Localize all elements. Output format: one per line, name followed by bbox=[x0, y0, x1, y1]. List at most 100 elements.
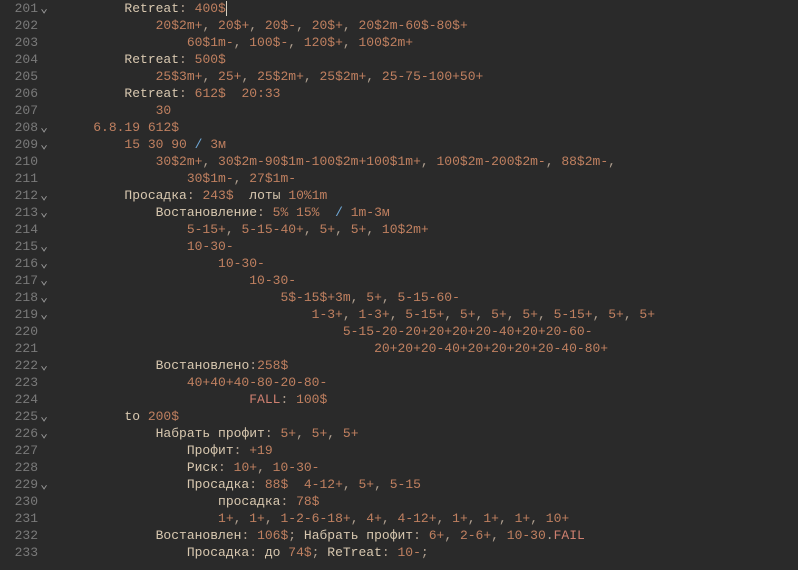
token: Retreat bbox=[124, 52, 179, 67]
fold-chevron-icon[interactable]: ⌄ bbox=[38, 306, 50, 323]
code-line[interactable]: to 200$ bbox=[62, 408, 798, 425]
code-line[interactable]: Просадка: 243$ лоты 10%1m bbox=[62, 187, 798, 204]
line-number[interactable]: 207 bbox=[0, 102, 50, 119]
line-number[interactable]: 206 bbox=[0, 85, 50, 102]
code-line[interactable]: Востановление: 5% 15% / 1m-3м bbox=[62, 204, 798, 221]
line-number[interactable]: 226⌄ bbox=[0, 425, 50, 442]
fold-chevron-icon[interactable]: ⌄ bbox=[38, 408, 50, 425]
code-line[interactable]: 10-30- bbox=[62, 238, 798, 255]
code-line[interactable]: Retreat: 500$ bbox=[62, 51, 798, 68]
line-number-value: 232 bbox=[15, 528, 38, 543]
fold-chevron-icon[interactable]: ⌄ bbox=[38, 238, 50, 255]
code-line[interactable]: 20+20+20-40+20+20+20+20-40-80+ bbox=[62, 340, 798, 357]
code-line[interactable]: 5-15+, 5-15-40+, 5+, 5+, 10$2m+ bbox=[62, 221, 798, 238]
line-number[interactable]: 225⌄ bbox=[0, 408, 50, 425]
code-line[interactable]: FALL: 100$ bbox=[62, 391, 798, 408]
code-line[interactable]: 25$3m+, 25+, 25$2m+, 25$2m+, 25-75-100+5… bbox=[62, 68, 798, 85]
fold-chevron-icon[interactable]: ⌄ bbox=[38, 0, 50, 17]
token: 5+ bbox=[351, 222, 367, 237]
code-line[interactable]: 10-30- bbox=[62, 255, 798, 272]
line-number[interactable]: 202 bbox=[0, 17, 50, 34]
line-number[interactable]: 216⌄ bbox=[0, 255, 50, 272]
line-number[interactable]: 231 bbox=[0, 510, 50, 527]
line-number[interactable]: 203 bbox=[0, 34, 50, 51]
code-line[interactable]: 6.8.19 612$ bbox=[62, 119, 798, 136]
code-line[interactable]: 10-30- bbox=[62, 272, 798, 289]
code-line[interactable]: Риск: 10+, 10-30- bbox=[62, 459, 798, 476]
line-number[interactable]: 219⌄ bbox=[0, 306, 50, 323]
code-line[interactable]: 20$2m+, 20$+, 20$-, 20$+, 20$2m-60$-80$+ bbox=[62, 17, 798, 34]
line-number[interactable]: 228 bbox=[0, 459, 50, 476]
line-number[interactable]: 212⌄ bbox=[0, 187, 50, 204]
code-line[interactable]: Востановлен: 106$; Набрать профит: 6+, 2… bbox=[62, 527, 798, 544]
fold-chevron-icon[interactable]: ⌄ bbox=[38, 425, 50, 442]
fold-chevron-icon[interactable]: ⌄ bbox=[38, 357, 50, 374]
token: , bbox=[421, 154, 437, 169]
fold-chevron-icon[interactable]: ⌄ bbox=[38, 136, 50, 153]
token: 243$ bbox=[202, 188, 233, 203]
line-number[interactable]: 230 bbox=[0, 493, 50, 510]
code-editor[interactable]: 201⌄202 203 204 205 206 207 208⌄209⌄210 … bbox=[0, 0, 798, 570]
token bbox=[288, 477, 304, 492]
code-line[interactable]: Просадка: до 74$; ReTreat: 10-; bbox=[62, 544, 798, 561]
line-number-value: 206 bbox=[15, 86, 38, 101]
code-line[interactable]: 30$2m+, 30$2m-90$1m-100$2m+100$1m+, 100$… bbox=[62, 153, 798, 170]
line-number[interactable]: 217⌄ bbox=[0, 272, 50, 289]
code-line[interactable]: Профит: +19 bbox=[62, 442, 798, 459]
token: , bbox=[491, 528, 507, 543]
fold-chevron-icon[interactable]: ⌄ bbox=[38, 289, 50, 306]
fold-chevron-icon[interactable]: ⌄ bbox=[38, 119, 50, 136]
code-line[interactable]: 60$1m-, 100$-, 120$+, 100$2m+ bbox=[62, 34, 798, 51]
token: , bbox=[546, 154, 562, 169]
code-line[interactable]: 15 30 90 / 3м bbox=[62, 136, 798, 153]
line-number[interactable]: 232 bbox=[0, 527, 50, 544]
fold-chevron-icon[interactable]: ⌄ bbox=[38, 272, 50, 289]
line-number[interactable]: 233 bbox=[0, 544, 50, 561]
line-number[interactable]: 205 bbox=[0, 68, 50, 85]
code-line[interactable]: Востановлено:258$ bbox=[62, 357, 798, 374]
fold-chevron-icon[interactable]: ⌄ bbox=[38, 204, 50, 221]
token: 10-30- bbox=[187, 239, 234, 254]
line-number[interactable]: 204 bbox=[0, 51, 50, 68]
line-number-gutter[interactable]: 201⌄202 203 204 205 206 207 208⌄209⌄210 … bbox=[0, 0, 54, 570]
line-number[interactable]: 223 bbox=[0, 374, 50, 391]
line-number[interactable]: 221 bbox=[0, 340, 50, 357]
token: 1+ bbox=[218, 511, 234, 526]
code-line[interactable]: 5$-15$+3m, 5+, 5-15-60- bbox=[62, 289, 798, 306]
line-number[interactable]: 229⌄ bbox=[0, 476, 50, 493]
line-number[interactable]: 218⌄ bbox=[0, 289, 50, 306]
line-number[interactable]: 215⌄ bbox=[0, 238, 50, 255]
token: , bbox=[234, 35, 250, 50]
code-line[interactable]: 30$1m-, 27$1m- bbox=[62, 170, 798, 187]
token: 500$ bbox=[195, 52, 226, 67]
fold-chevron-icon[interactable]: ⌄ bbox=[38, 476, 50, 493]
line-number[interactable]: 214 bbox=[0, 221, 50, 238]
code-line[interactable]: 1-3+, 1-3+, 5-15+, 5+, 5+, 5+, 5-15+, 5+… bbox=[62, 306, 798, 323]
code-line[interactable]: 40+40+40-80-20-80- bbox=[62, 374, 798, 391]
code-line[interactable]: 5-15-20-20+20+20+20-40+20+20-60- bbox=[62, 323, 798, 340]
line-number[interactable]: 209⌄ bbox=[0, 136, 50, 153]
code-line[interactable]: 1+, 1+, 1-2-6-18+, 4+, 4-12+, 1+, 1+, 1+… bbox=[62, 510, 798, 527]
code-area[interactable]: Retreat: 400$ 20$2m+, 20$+, 20$-, 20$+, … bbox=[54, 0, 798, 570]
code-line[interactable]: Retreat: 612$ 20:33 bbox=[62, 85, 798, 102]
line-number[interactable]: 208⌄ bbox=[0, 119, 50, 136]
fold-chevron-icon[interactable]: ⌄ bbox=[38, 255, 50, 272]
line-number[interactable]: 227 bbox=[0, 442, 50, 459]
line-number[interactable]: 224 bbox=[0, 391, 50, 408]
line-number[interactable]: 222⌄ bbox=[0, 357, 50, 374]
line-number[interactable]: 201⌄ bbox=[0, 0, 50, 17]
token: : bbox=[179, 1, 195, 16]
line-number-value: 204 bbox=[15, 52, 38, 67]
line-number[interactable]: 210 bbox=[0, 153, 50, 170]
line-number[interactable]: 211 bbox=[0, 170, 50, 187]
token: 106$ bbox=[257, 528, 288, 543]
code-line[interactable]: Набрать профит: 5+, 5+, 5+ bbox=[62, 425, 798, 442]
code-line[interactable]: Просадка: 88$ 4-12+, 5+, 5-15 bbox=[62, 476, 798, 493]
fold-chevron-icon[interactable]: ⌄ bbox=[38, 187, 50, 204]
line-number[interactable]: 220 bbox=[0, 323, 50, 340]
line-number[interactable]: 213⌄ bbox=[0, 204, 50, 221]
code-line[interactable]: 30 bbox=[62, 102, 798, 119]
code-line[interactable]: Retreat: 400$ bbox=[62, 0, 798, 17]
token: 400$ bbox=[195, 1, 226, 16]
code-line[interactable]: просадка: 78$ bbox=[62, 493, 798, 510]
